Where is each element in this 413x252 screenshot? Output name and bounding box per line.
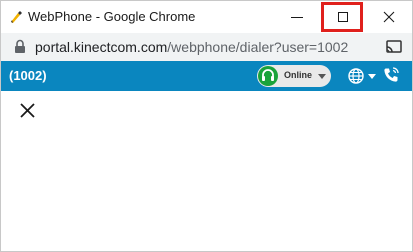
language-chevron-down-icon[interactable] xyxy=(368,74,376,79)
globe-icon[interactable] xyxy=(348,68,364,84)
phone-icon[interactable] xyxy=(383,67,399,83)
url-host: portal.kinectcom.com xyxy=(35,39,168,55)
user-extension: (1002) xyxy=(9,68,47,83)
title-bar[interactable]: WebPhone - Google Chrome xyxy=(1,1,412,33)
maximize-highlight-box xyxy=(321,2,363,32)
dialer-content xyxy=(1,91,412,251)
headset-icon xyxy=(258,66,278,86)
minimize-icon xyxy=(291,17,303,18)
address-bar[interactable]: portal.kinectcom.com/webphone/dialer?use… xyxy=(1,33,412,61)
window-title: WebPhone - Google Chrome xyxy=(28,9,196,24)
webphone-header: (1002) Online xyxy=(1,61,412,91)
cast-icon[interactable] xyxy=(386,40,402,54)
lock-icon xyxy=(15,39,25,53)
presence-status: Online xyxy=(284,70,313,80)
webphone-icon xyxy=(11,11,22,23)
close-icon xyxy=(383,11,395,23)
browser-window: WebPhone - Google Chrome portal.kinectco… xyxy=(0,0,413,252)
minimize-button[interactable] xyxy=(274,1,320,33)
chevron-down-icon xyxy=(318,74,326,79)
presence-dropdown[interactable]: Online xyxy=(257,65,331,87)
close-icon[interactable] xyxy=(20,103,35,118)
url-text[interactable]: portal.kinectcom.com/webphone/dialer?use… xyxy=(35,39,348,55)
close-window-button[interactable] xyxy=(366,1,412,33)
url-path: /webphone/dialer?user=1002 xyxy=(167,39,349,55)
